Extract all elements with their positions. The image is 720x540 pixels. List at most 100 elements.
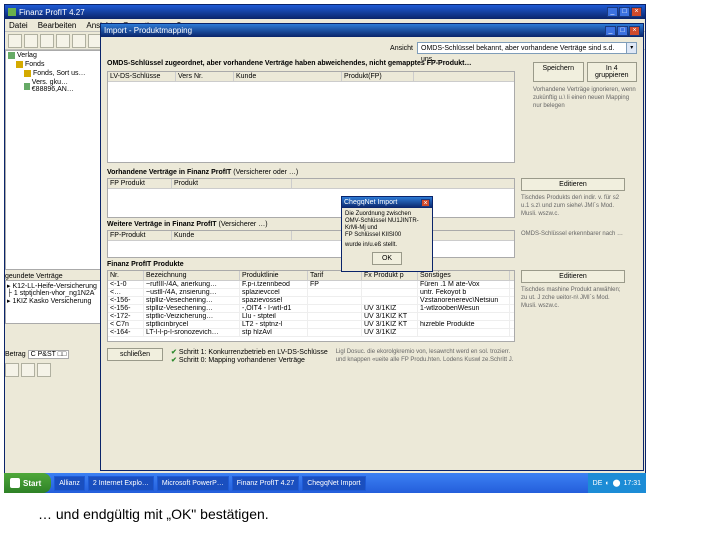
import-title: Import - Produktmapping bbox=[104, 26, 192, 35]
close-button[interactable]: × bbox=[421, 199, 430, 207]
list-item[interactable]: ▸ K12-LL-Heife-Versicherung bbox=[7, 282, 99, 290]
file-icon bbox=[24, 83, 30, 90]
system-tray[interactable]: DE ◐ ⬤ 17:31 bbox=[588, 473, 646, 493]
col-header[interactable]: Produktlinie bbox=[240, 271, 308, 280]
tree-item[interactable]: Vers. gku… €88896,AN… bbox=[6, 78, 100, 94]
start-button[interactable]: Start bbox=[4, 473, 51, 493]
nav-button[interactable] bbox=[21, 363, 35, 377]
task-button[interactable]: 2 Internet Explo… bbox=[88, 476, 154, 491]
lang-indicator[interactable]: DE bbox=[593, 480, 603, 487]
col-header[interactable]: Nr. bbox=[108, 271, 144, 280]
speichern-button[interactable]: Speichern bbox=[533, 62, 584, 82]
taskbar: Start Allianz 2 Internet Explo… Microsof… bbox=[4, 473, 646, 493]
schliessen-button[interactable]: schließen bbox=[107, 348, 163, 361]
import-titlebar: Import - Produktmapping _ □ × bbox=[101, 24, 643, 37]
footer-hint: Ligl Dosuc. die ekorolgkremio von, lesaw… bbox=[336, 348, 516, 364]
tree-item[interactable]: Verlag bbox=[6, 51, 100, 60]
folder-icon bbox=[16, 61, 23, 68]
app-title: Finanz ProfIT 4.27 bbox=[19, 8, 85, 17]
table-row[interactable]: < C7nstptlicinbrycelLT2 - stptnz-lUV 3/1… bbox=[108, 321, 514, 329]
close-button[interactable]: × bbox=[629, 26, 640, 36]
chevron-down-icon: ▾ bbox=[626, 43, 636, 53]
table-row[interactable]: <-172-stptlic-Veizicherung…Llu - stpteil… bbox=[108, 313, 514, 321]
maximize-button[interactable]: □ bbox=[619, 7, 630, 17]
check-icon: ✔ bbox=[171, 349, 177, 356]
section-title: Vorhandene Verträge in Finanz ProfIT bbox=[107, 169, 231, 176]
app-icon bbox=[8, 8, 16, 16]
nav-button[interactable] bbox=[37, 363, 51, 377]
col-header[interactable]: Tarif bbox=[308, 271, 362, 280]
toolbar-button[interactable] bbox=[40, 34, 54, 48]
list-item[interactable]: ▸ 1KIZ Kasko Versicherung bbox=[7, 297, 99, 305]
task-button[interactable]: Microsoft PowerP… bbox=[157, 476, 229, 491]
col-header[interactable]: Kunde bbox=[172, 231, 292, 240]
step-label: Schritt 1: Konkurrenzbetrieb en LV-DS-Sc… bbox=[179, 349, 328, 356]
col-header[interactable]: Kunde bbox=[234, 72, 342, 81]
file-icon bbox=[24, 70, 31, 77]
step-label: Schritt 0: Mapping vorhandener Verträge bbox=[179, 357, 305, 364]
section-subtitle: (Versicherer …) bbox=[219, 221, 268, 228]
titlebar: Finanz ProfIT 4.27 _ □ × bbox=[5, 5, 645, 19]
task-button[interactable]: Finanz ProfIT 4.27 bbox=[232, 476, 299, 491]
toolbar-button[interactable] bbox=[72, 34, 86, 48]
left-box-title: geundete Verträge bbox=[5, 273, 101, 280]
close-button[interactable]: × bbox=[631, 7, 642, 17]
dialog-text: OMV-Schlüssel NU1JINTR-KrMi-Mj und bbox=[345, 218, 429, 232]
minimize-button[interactable]: _ bbox=[607, 7, 618, 17]
menu-bearbeiten[interactable]: Bearbeiten bbox=[38, 21, 77, 30]
dialog-text: wurde in/u.eß stellt. bbox=[345, 242, 429, 249]
grid-body[interactable] bbox=[108, 82, 514, 162]
gruppieren-button[interactable]: In 4 gruppieren bbox=[587, 62, 638, 82]
grid-body[interactable] bbox=[108, 241, 514, 257]
tray-icon[interactable]: ◐ bbox=[605, 480, 609, 487]
col-header[interactable]: Produkt bbox=[172, 179, 292, 188]
list-item[interactable]: ├ 1 stptjchlen-vhor_ng1N2A bbox=[7, 290, 99, 297]
col-header[interactable]: LV-DS-Schlüsse bbox=[108, 72, 176, 81]
table-row[interactable]: <-1-0~rufIII-/4A, arierkung…F.p-i.tzennb… bbox=[108, 281, 514, 289]
task-button[interactable]: Allianz bbox=[54, 476, 85, 491]
windows-icon bbox=[10, 478, 20, 488]
hint-text: Vorhandene Verträge ignorieren, wenn zuk… bbox=[533, 86, 637, 110]
table-row[interactable]: <…~ustll-/4A, znsierung…splazievcceluntr… bbox=[108, 289, 514, 297]
task-button[interactable]: ChegqNet Import bbox=[302, 476, 365, 491]
products-grid[interactable]: <-1-0~rufIII-/4A, arierkung…F.p-i.tzennb… bbox=[108, 281, 514, 341]
ansicht-dropdown[interactable]: OMDS-Schlüssel bekannt, aber vorhandene … bbox=[417, 42, 637, 54]
toolbar-button[interactable] bbox=[8, 34, 22, 48]
hint-text: Tischdes mashine Produkt anwählen; zu ut… bbox=[521, 286, 625, 310]
table-row[interactable]: <-156-stplliz-Vesecheriing…spazievosselV… bbox=[108, 297, 514, 305]
col-header[interactable]: Bezeichnung bbox=[144, 271, 240, 280]
hint-text: Tischdes Produkts der\ indir. v. für s2 … bbox=[521, 194, 625, 218]
editieren-button[interactable]: Editieren bbox=[521, 270, 625, 283]
left-lower-box: geundete Verträge ▸ K12-LL-Heife-Versich… bbox=[5, 273, 101, 377]
dialog-text: Die Zuordnung zwischen bbox=[345, 211, 429, 218]
confirm-dialog: ChegqNet Import × Die Zuordnung zwischen… bbox=[341, 196, 433, 272]
folder-icon bbox=[8, 52, 15, 59]
tree-item[interactable]: Fonds bbox=[6, 60, 100, 69]
table-row[interactable]: <-156-stplliz-Vesecheriing…-,OIT4 - I-wt… bbox=[108, 305, 514, 313]
minimize-button[interactable]: _ bbox=[605, 26, 616, 36]
search-button[interactable] bbox=[5, 363, 19, 377]
toolbar-button[interactable] bbox=[56, 34, 70, 48]
check-icon: ✔ bbox=[171, 357, 177, 364]
grid-body[interactable] bbox=[108, 189, 514, 209]
menu-datei[interactable]: Datei bbox=[9, 21, 28, 30]
maximize-button[interactable]: □ bbox=[617, 26, 628, 36]
toolbar-button[interactable] bbox=[24, 34, 38, 48]
betrag-field[interactable]: C P&ST □□ bbox=[28, 350, 70, 359]
clock: 17:31 bbox=[623, 480, 641, 487]
tray-icon[interactable]: ⬤ bbox=[613, 479, 621, 487]
col-header[interactable]: FP-Produkt bbox=[108, 231, 172, 240]
slide-caption: … und endgültig mit „OK" bestätigen. bbox=[38, 506, 269, 522]
col-header[interactable]: Fx Produkt p bbox=[362, 271, 418, 280]
dialog-title: ChegqNet Import bbox=[344, 199, 397, 206]
ansicht-label: Ansicht bbox=[390, 45, 413, 52]
ok-button[interactable]: OK bbox=[372, 252, 402, 265]
col-header[interactable]: Vers Nr. bbox=[176, 72, 234, 81]
dialog-text: FP Schlüssel KIISI00 bbox=[345, 232, 429, 239]
col-header[interactable]: Sonstiges bbox=[418, 271, 510, 280]
editieren-button[interactable]: Editieren bbox=[521, 178, 625, 191]
tree-item[interactable]: Fonds, Sort us… bbox=[6, 69, 100, 78]
col-header[interactable]: Produkt(FP) bbox=[342, 72, 414, 81]
col-header[interactable]: FP Produkt bbox=[108, 179, 172, 188]
table-row[interactable]: <-164-LT-I-l-p-I-sronozevich…stp hlzAvlU… bbox=[108, 329, 514, 337]
